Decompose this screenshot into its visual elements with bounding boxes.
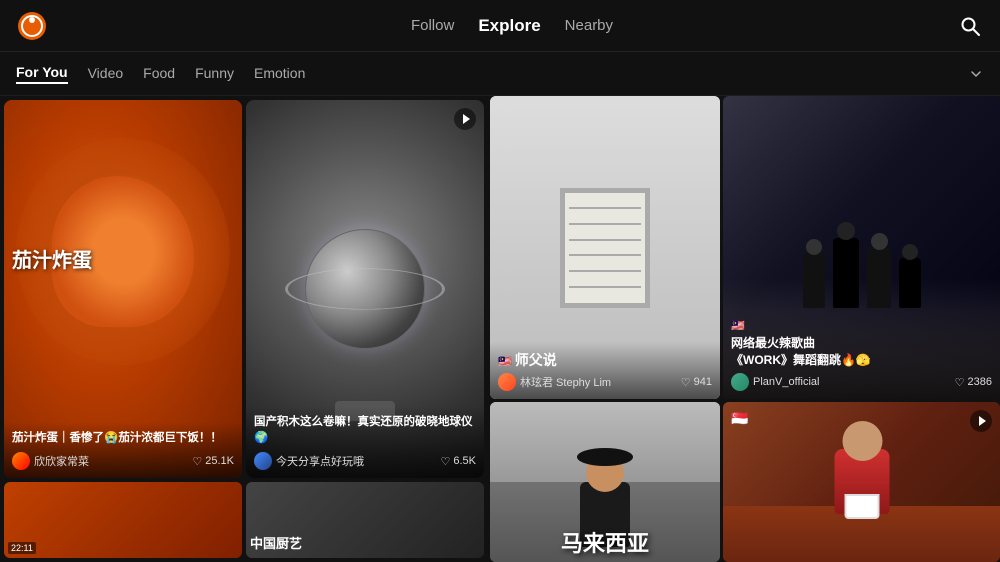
search-button[interactable] — [956, 12, 984, 40]
heart-icon-3: ♡ — [681, 376, 691, 389]
dance-author-avatar — [731, 373, 749, 391]
globe-card-title: 国产积木这么卷嘛！真实还原的破晓地球仪🌍 — [254, 414, 476, 446]
food-likes-count: 25.1K — [205, 455, 234, 467]
card-food[interactable]: 茄汁炸蛋 茄汁炸蛋｜香惨了😭茄汁浓都巨下饭！！ 欣欣家常菜 ♡ 25.1K — [4, 100, 242, 478]
food-author-name: 欣欣家常菜 — [34, 453, 89, 469]
cat-tab-for-you[interactable]: For You — [16, 64, 68, 84]
play-triangle-icon — [463, 114, 470, 124]
nav-tab-nearby[interactable]: Nearby — [565, 17, 613, 34]
card-ramen[interactable]: 🇸🇬 — [723, 402, 1000, 562]
globe-card-overlay: 国产积木这么卷嘛！真实还原的破晓地球仪🌍 今天分享点好玩哦 ♡ 6.5K — [246, 406, 484, 478]
right-bottom-cards: 马来西亚 — [490, 402, 1000, 562]
right-panel: 🇲🇾 师父说 林玹君 Stephy Lim ♡ 941 — [490, 96, 1000, 562]
left-panel: 茄汁炸蛋 茄汁炸蛋｜香惨了😭茄汁浓都巨下饭！！ 欣欣家常菜 ♡ 25.1K — [0, 96, 490, 562]
door-overlay: 🇲🇾 师父说 林玹君 Stephy Lim ♡ 941 — [490, 342, 720, 399]
cat-tab-funny[interactable]: Funny — [195, 65, 234, 83]
dance-title: 网络最火辣歌曲 《WORK》舞蹈翻跳🔥🫣 — [731, 335, 992, 369]
malaysia-text-overlay: 马来西亚 — [494, 526, 716, 558]
card-sm-globe2[interactable]: 中国厨艺 — [246, 482, 484, 558]
food-card-overlay: 茄汁炸蛋｜香惨了😭茄汁浓都巨下饭！！ 欣欣家常菜 ♡ 25.1K — [4, 422, 242, 478]
nav-tabs: Follow Explore Nearby — [68, 16, 956, 36]
cat-more-button[interactable] — [968, 66, 984, 82]
app-logo[interactable] — [16, 10, 48, 42]
category-tabs: For You Video Food Funny Emotion — [0, 52, 1000, 96]
ramen-flag: 🇸🇬 — [731, 410, 748, 427]
card-sm-cn-text: 中国厨艺 — [250, 533, 480, 552]
play-triangle-icon-2 — [979, 416, 986, 426]
card-dance[interactable]: 🇲🇾 网络最火辣歌曲 《WORK》舞蹈翻跳🔥🫣 PlanV_official ♡… — [723, 96, 1000, 399]
main-content: 茄汁炸蛋 茄汁炸蛋｜香惨了😭茄汁浓都巨下饭！！ 欣欣家常菜 ♡ 25.1K — [0, 96, 1000, 562]
door-flag: 🇲🇾 师父说 — [498, 350, 712, 370]
globe-author-name: 今天分享点好玩哦 — [276, 453, 364, 469]
heart-icon-2: ♡ — [440, 455, 450, 468]
left-card-grid: 茄汁炸蛋 茄汁炸蛋｜香惨了😭茄汁浓都巨下饭！！ 欣欣家常菜 ♡ 25.1K — [0, 96, 488, 482]
flag-my-icon: 🇲🇾 — [498, 356, 512, 368]
top-navigation: Follow Explore Nearby — [0, 0, 1000, 52]
cat-tab-food[interactable]: Food — [143, 65, 175, 83]
globe-card-meta: 今天分享点好玩哦 ♡ 6.5K — [254, 452, 476, 470]
food-card-author: 欣欣家常菜 — [12, 452, 89, 470]
nav-tab-explore[interactable]: Explore — [478, 16, 540, 36]
door-likes-count: 941 — [694, 376, 712, 388]
food-cn-title: 茄汁炸蛋 — [12, 244, 234, 273]
door-author-name: 林玹君 Stephy Lim — [520, 374, 611, 390]
globe-likes-count: 6.5K — [453, 455, 476, 467]
food-card-likes: ♡ 25.1K — [192, 455, 234, 468]
card-time: 22:11 — [8, 542, 36, 554]
globe-sphere — [305, 229, 425, 349]
food-author-avatar — [12, 452, 30, 470]
left-bottom-cards: 22:11 中国厨艺 — [0, 482, 488, 562]
dance-likes-count: 2386 — [968, 376, 992, 388]
ramen-play-btn[interactable] — [970, 410, 992, 432]
globe-play-btn[interactable] — [454, 108, 476, 130]
door-title: 师父说 — [515, 352, 557, 368]
heart-icon: ♡ — [192, 455, 202, 468]
dance-title-line1: 网络最火辣歌曲 — [731, 336, 815, 350]
dance-meta: PlanV_official ♡ 2386 — [731, 373, 992, 391]
door-likes: ♡ 941 — [681, 376, 712, 389]
card-malaysia[interactable]: 马来西亚 — [490, 402, 720, 562]
food-card-title: 茄汁炸蛋｜香惨了😭茄汁浓都巨下饭！！ — [12, 430, 234, 446]
ramen-visual — [723, 402, 1000, 562]
dance-author: PlanV_official — [731, 373, 819, 391]
dance-overlay: 🇲🇾 网络最火辣歌曲 《WORK》舞蹈翻跳🔥🫣 PlanV_official ♡… — [723, 311, 1000, 399]
globe-card-author: 今天分享点好玩哦 — [254, 452, 364, 470]
nav-tab-follow[interactable]: Follow — [411, 17, 454, 34]
door-meta: 林玹君 Stephy Lim ♡ 941 — [498, 373, 712, 391]
globe-card-likes: ♡ 6.5K — [440, 455, 476, 468]
cat-tab-emotion[interactable]: Emotion — [254, 65, 305, 83]
right-top-cards: 🇲🇾 师父说 林玹君 Stephy Lim ♡ 941 — [490, 96, 1000, 399]
cat-tab-video[interactable]: Video — [88, 65, 124, 83]
card-door[interactable]: 🇲🇾 师父说 林玹君 Stephy Lim ♡ 941 — [490, 96, 720, 399]
malaysia-text: 马来西亚 — [494, 526, 716, 558]
card-globe[interactable]: 国产积木这么卷嘛！真实还原的破晓地球仪🌍 今天分享点好玩哦 ♡ 6.5K — [246, 100, 484, 478]
dance-flag: 🇲🇾 — [731, 319, 992, 332]
dance-author-name: PlanV_official — [753, 376, 819, 388]
door-author: 林玹君 Stephy Lim — [498, 373, 611, 391]
door-author-avatar — [498, 373, 516, 391]
dance-title-line2: 《WORK》舞蹈翻跳🔥🫣 — [731, 353, 871, 367]
card-sm-food[interactable]: 22:11 — [4, 482, 242, 558]
globe-author-avatar — [254, 452, 272, 470]
heart-icon-4: ♡ — [955, 376, 965, 389]
dance-likes: ♡ 2386 — [955, 376, 992, 389]
globe-ring — [285, 268, 445, 309]
food-card-meta: 欣欣家常菜 ♡ 25.1K — [12, 452, 234, 470]
